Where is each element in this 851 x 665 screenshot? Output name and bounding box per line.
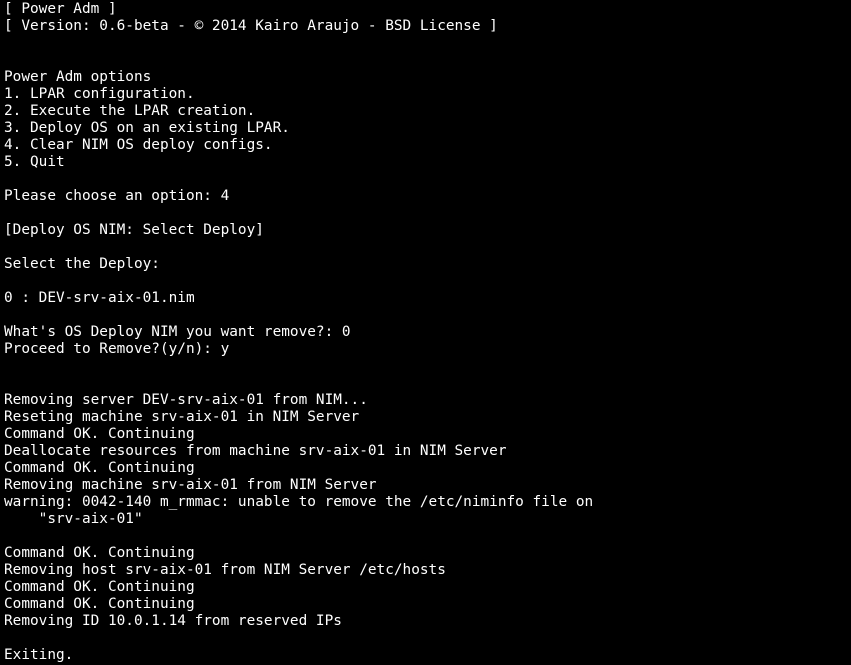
terminal-output: [ Power Adm ][ Version: 0.6-beta - © 201…	[4, 1, 851, 664]
terminal-line: [ Power Adm ]	[4, 1, 117, 17]
terminal-line: Exiting.	[4, 647, 74, 663]
terminal-line: 0 : DEV-srv-aix-01.nim	[4, 290, 195, 306]
terminal-window[interactable]: [ Power Adm ][ Version: 0.6-beta - © 201…	[0, 0, 851, 665]
terminal-line: What's OS Deploy NIM you want remove?: 0	[4, 324, 351, 340]
terminal-line: Command OK. Continuing	[4, 545, 195, 561]
terminal-line: warning: 0042-140 m_rmmac: unable to rem…	[4, 494, 594, 510]
terminal-line: 5. Quit	[4, 154, 65, 170]
terminal-line: 4. Clear NIM OS deploy configs.	[4, 137, 273, 153]
terminal-line: Proceed to Remove?(y/n): y	[4, 341, 230, 357]
terminal-line: 3. Deploy OS on an existing LPAR.	[4, 120, 290, 136]
terminal-line: Select the Deploy:	[4, 256, 160, 272]
terminal-line: Command OK. Continuing	[4, 596, 195, 612]
terminal-line: [Deploy OS NIM: Select Deploy]	[4, 222, 264, 238]
terminal-line: Removing machine srv-aix-01 from NIM Ser…	[4, 477, 377, 493]
terminal-line: [ Version: 0.6-beta - © 2014 Kairo Arauj…	[4, 18, 498, 34]
terminal-line: Command OK. Continuing	[4, 460, 195, 476]
terminal-line: "srv-aix-01"	[4, 511, 143, 527]
terminal-line: Power Adm options	[4, 69, 152, 85]
terminal-line: Please choose an option: 4	[4, 188, 230, 204]
terminal-line: Removing server DEV-srv-aix-01 from NIM.…	[4, 392, 368, 408]
terminal-line: 1. LPAR configuration.	[4, 86, 195, 102]
terminal-line: Command OK. Continuing	[4, 579, 195, 595]
terminal-line: Command OK. Continuing	[4, 426, 195, 442]
terminal-line: Reseting machine srv-aix-01 in NIM Serve…	[4, 409, 360, 425]
terminal-line: 2. Execute the LPAR creation.	[4, 103, 256, 119]
terminal-line: Removing ID 10.0.1.14 from reserved IPs	[4, 613, 342, 629]
terminal-line: Removing host srv-aix-01 from NIM Server…	[4, 562, 446, 578]
terminal-line: Deallocate resources from machine srv-ai…	[4, 443, 507, 459]
